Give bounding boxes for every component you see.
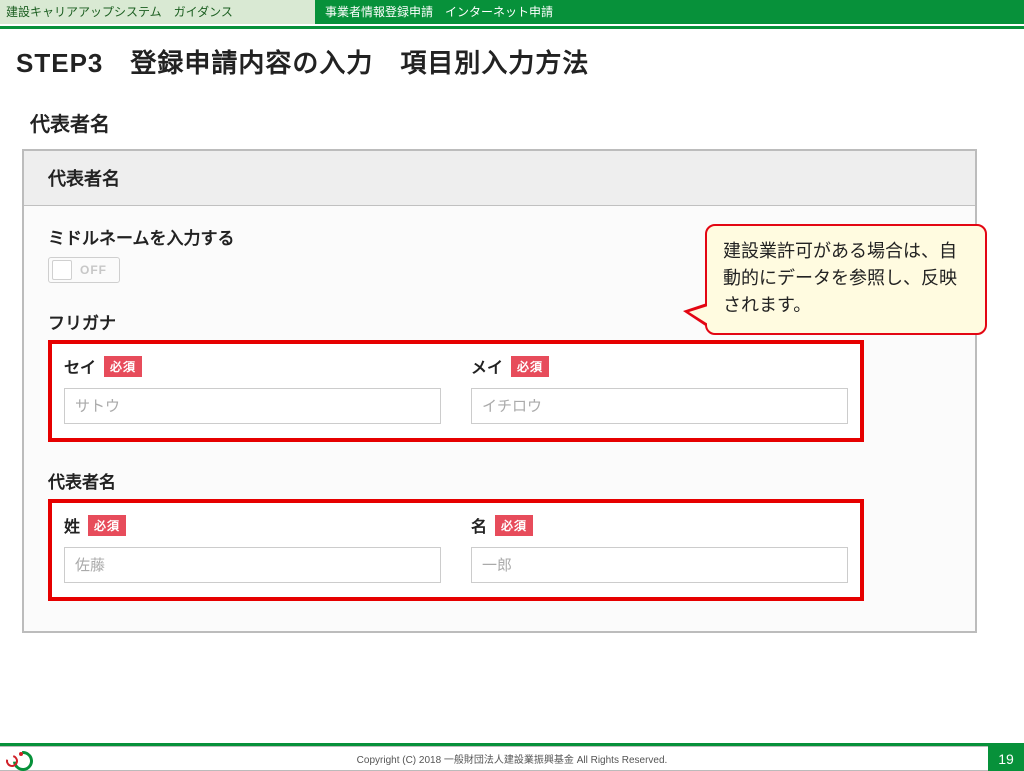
name-mei-label: 名 (471, 513, 487, 537)
footer: Copyright (C) 2018 一般財団法人建設業振興基金 All Rig… (0, 743, 1024, 771)
top-header: 建設キャリアアップシステム ガイダンス 事業者情報登録申請 インターネット申請 (0, 0, 1024, 24)
required-badge: 必須 (88, 515, 126, 536)
toggle-state-label: OFF (80, 263, 107, 277)
middle-name-toggle[interactable]: OFF (48, 257, 120, 283)
info-callout: 建設業許可がある場合は、自動的にデータを参照し、反映されます。 (705, 224, 987, 335)
section-heading: 代表者名 (30, 108, 1022, 137)
toggle-knob-icon (52, 260, 72, 280)
step-title: STEP3 登録申請内容の入力 項目別入力方法 (2, 43, 1022, 80)
brand-logo-icon (6, 751, 32, 771)
name-group-label: 代表者名 (48, 468, 951, 493)
furigana-sei-input[interactable] (64, 388, 441, 424)
required-badge: 必須 (104, 356, 142, 377)
panel-title: 代表者名 (24, 151, 975, 206)
required-badge: 必須 (495, 515, 533, 536)
furigana-mei-label-row: メイ 必須 (471, 354, 848, 378)
header-right-label: 事業者情報登録申請 インターネット申請 (315, 0, 1024, 24)
copyright-text: Copyright (C) 2018 一般財団法人建設業振興基金 All Rig… (357, 751, 668, 766)
furigana-mei-label: メイ (471, 354, 503, 378)
representative-panel: 代表者名 ミドルネームを入力する OFF フリガナ セイ 必須 (22, 149, 977, 633)
page-number: 19 (988, 746, 1024, 771)
name-sei-label: 姓 (64, 513, 80, 537)
furigana-sei-label-row: セイ 必須 (64, 354, 441, 378)
name-sei-label-row: 姓 必須 (64, 513, 441, 537)
required-badge: 必須 (511, 356, 549, 377)
furigana-sei-label: セイ (64, 354, 96, 378)
name-mei-input[interactable] (471, 547, 848, 583)
header-left-label: 建設キャリアアップシステム ガイダンス (0, 0, 315, 24)
name-mei-label-row: 名 必須 (471, 513, 848, 537)
name-sei-input[interactable] (64, 547, 441, 583)
furigana-mei-input[interactable] (471, 388, 848, 424)
name-highlight-frame: 姓 必須 名 必須 (48, 499, 864, 601)
furigana-highlight-frame: セイ 必須 メイ 必須 (48, 340, 864, 442)
